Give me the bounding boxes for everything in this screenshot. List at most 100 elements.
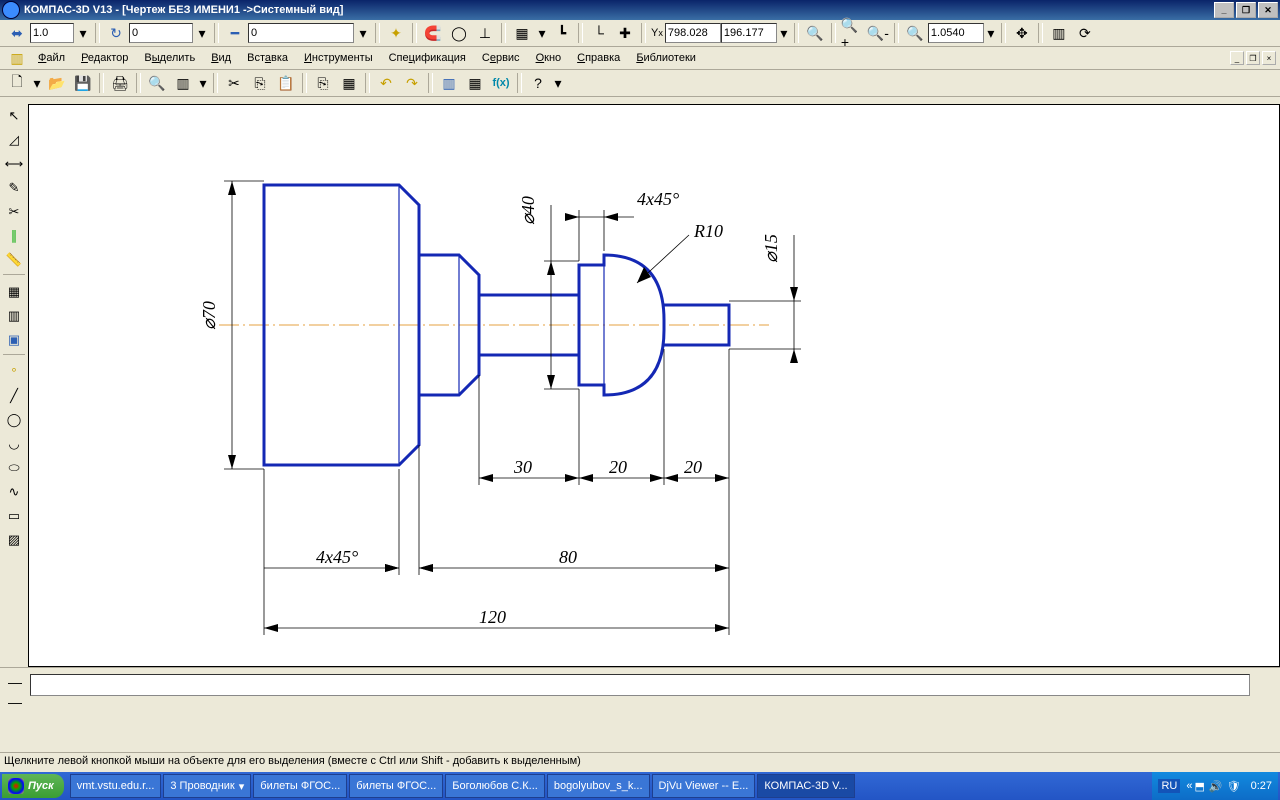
tool-spline[interactable]: ∿ (2, 480, 26, 504)
property-input[interactable] (30, 674, 1250, 696)
tool-point[interactable]: ° (2, 360, 26, 384)
layers-icon[interactable]: ▥ (437, 71, 461, 95)
drawing-canvas[interactable]: ⌀70 ⌀40 ⌀15 4x45° R10 30 20 20 80 120 4x… (28, 104, 1280, 667)
tool-ellipse[interactable]: ⬭ (2, 456, 26, 480)
perp-icon[interactable]: ⊥ (473, 21, 497, 45)
tool-edit[interactable]: ✂ (2, 200, 26, 224)
open-icon[interactable]: 📂 (45, 71, 69, 95)
axis-icon[interactable]: ┗ (550, 21, 574, 45)
tool-mark[interactable]: ✎ (2, 176, 26, 200)
help-dropdown[interactable]: ▾ (552, 71, 564, 95)
angle-dropdown[interactable]: ▾ (194, 21, 210, 45)
magnet-icon[interactable]: 🧲 (421, 21, 445, 45)
help-icon[interactable]: ? (526, 71, 550, 95)
ortho-icon[interactable]: └ (587, 21, 611, 45)
tool-arc[interactable]: ◡ (2, 432, 26, 456)
snap-icon[interactable]: ✦ (384, 21, 408, 45)
tray-icon[interactable]: 🔊 (1209, 780, 1223, 793)
panel-icon-2[interactable]: — (5, 692, 25, 712)
mdi-min[interactable]: _ (1230, 51, 1244, 65)
line-style-icon[interactable]: ━ (223, 21, 247, 45)
menu-editor[interactable]: Редактор (73, 49, 136, 67)
linestyle-input[interactable] (248, 23, 354, 43)
new-icon[interactable]: 🗋 (5, 71, 29, 95)
zoom-input[interactable] (928, 23, 984, 43)
cut-icon[interactable]: ✂ (222, 71, 246, 95)
task-item[interactable]: DjVu Viewer -- Е... (652, 774, 756, 798)
scale-input[interactable] (30, 23, 74, 43)
menu-help[interactable]: Справка (569, 49, 628, 67)
tool-geometry[interactable]: ◿ (2, 128, 26, 152)
task-item[interactable]: Боголюбов С.К... (445, 774, 545, 798)
minimize-button[interactable]: _ (1214, 2, 1234, 18)
print-icon[interactable]: 🖨 (108, 71, 132, 95)
props-icon[interactable]: ▥ (171, 71, 195, 95)
tool-line[interactable]: ╱ (2, 384, 26, 408)
zoom-fit-icon[interactable]: 🔍 (803, 21, 827, 45)
tool-views[interactable]: ▣ (2, 328, 26, 352)
menu-spec[interactable]: Спецификация (381, 49, 474, 67)
tool-spec[interactable]: ▦ (2, 280, 26, 304)
task-item[interactable]: билеты ФГОС... (253, 774, 347, 798)
tool-dim[interactable]: ⟷ (2, 152, 26, 176)
tool-rect[interactable]: ▭ (2, 504, 26, 528)
tool-circle[interactable]: ◯ (2, 408, 26, 432)
scale-dropdown[interactable]: ▾ (75, 21, 91, 45)
coord-dropdown[interactable]: ▾ (778, 21, 790, 45)
tool-hatch[interactable]: ▨ (2, 528, 26, 552)
grid-dropdown[interactable]: ▾ (536, 21, 548, 45)
paste-props-icon[interactable]: ▦ (337, 71, 361, 95)
mdi-restore[interactable]: ❐ (1246, 51, 1260, 65)
menu-insert[interactable]: Вставка (239, 49, 296, 67)
grid-icon[interactable]: ▦ (510, 21, 534, 45)
menu-select[interactable]: Выделить (136, 49, 203, 67)
zoom-in-icon[interactable]: 🔍+ (840, 21, 864, 45)
angle-icon[interactable]: ↻ (104, 21, 128, 45)
zoom-window-icon[interactable]: 🔍 (903, 21, 927, 45)
pan-icon[interactable]: ✥ (1010, 21, 1034, 45)
menu-service[interactable]: Сервис (474, 49, 528, 67)
task-item[interactable]: билеты ФГОС... (349, 774, 443, 798)
start-button[interactable]: Пуск (2, 774, 64, 798)
coord-y[interactable] (721, 23, 777, 43)
menu-view[interactable]: Вид (203, 49, 239, 67)
task-item-active[interactable]: КОМПАС-3D V... (757, 774, 854, 798)
copy-props-icon[interactable]: ⎘ (311, 71, 335, 95)
tracking-icon[interactable]: ✚ (613, 21, 637, 45)
refresh-icon[interactable]: ⟳ (1073, 21, 1097, 45)
preview-icon[interactable]: 🔍 (145, 71, 169, 95)
system-tray[interactable]: RU « ⬒ 🔊 🛡 0:27 (1152, 772, 1278, 800)
doc-icon[interactable]: ▥ (5, 46, 29, 70)
menu-file[interactable]: ФФайлайл (30, 49, 73, 67)
props-dropdown[interactable]: ▾ (197, 71, 209, 95)
rebuild-icon[interactable]: ▥ (1047, 21, 1071, 45)
task-item[interactable]: 3 Проводник▾ (163, 774, 251, 798)
mdi-close[interactable]: × (1262, 51, 1276, 65)
tool-select[interactable]: ↖ (2, 104, 26, 128)
undo-icon[interactable]: ↶ (374, 71, 398, 95)
zoom-out-icon[interactable]: 🔍- (866, 21, 890, 45)
zoom-dropdown[interactable]: ▾ (985, 21, 997, 45)
panel-icon-1[interactable]: — (5, 672, 25, 692)
redo-icon[interactable]: ↷ (400, 71, 424, 95)
tray-icon[interactable]: ⬒ (1195, 780, 1205, 793)
paste-icon[interactable]: 📋 (274, 71, 298, 95)
tool-report[interactable]: ▥ (2, 304, 26, 328)
linestyle-dropdown[interactable]: ▾ (355, 21, 371, 45)
coord-x[interactable] (665, 23, 721, 43)
tool-param[interactable]: ∥ (2, 224, 26, 248)
clock[interactable]: 0:27 (1251, 780, 1272, 792)
angle-input[interactable] (129, 23, 193, 43)
tray-expand-icon[interactable]: « (1186, 780, 1192, 792)
round-icon[interactable]: ◯ (447, 21, 471, 45)
tray-icon[interactable]: 🛡 (1227, 780, 1241, 793)
copy-icon[interactable]: ⎘ (248, 71, 272, 95)
views-icon[interactable]: ▦ (463, 71, 487, 95)
menu-tools[interactable]: Инструменты (296, 49, 381, 67)
task-item[interactable]: vmt.vstu.edu.r... (70, 774, 162, 798)
restore-button[interactable]: ❐ (1236, 2, 1256, 18)
save-icon[interactable]: 💾 (71, 71, 95, 95)
lang-indicator[interactable]: RU (1158, 779, 1180, 793)
tool-measure[interactable]: 📏 (2, 248, 26, 272)
fx-icon[interactable]: f(x) (489, 71, 513, 95)
